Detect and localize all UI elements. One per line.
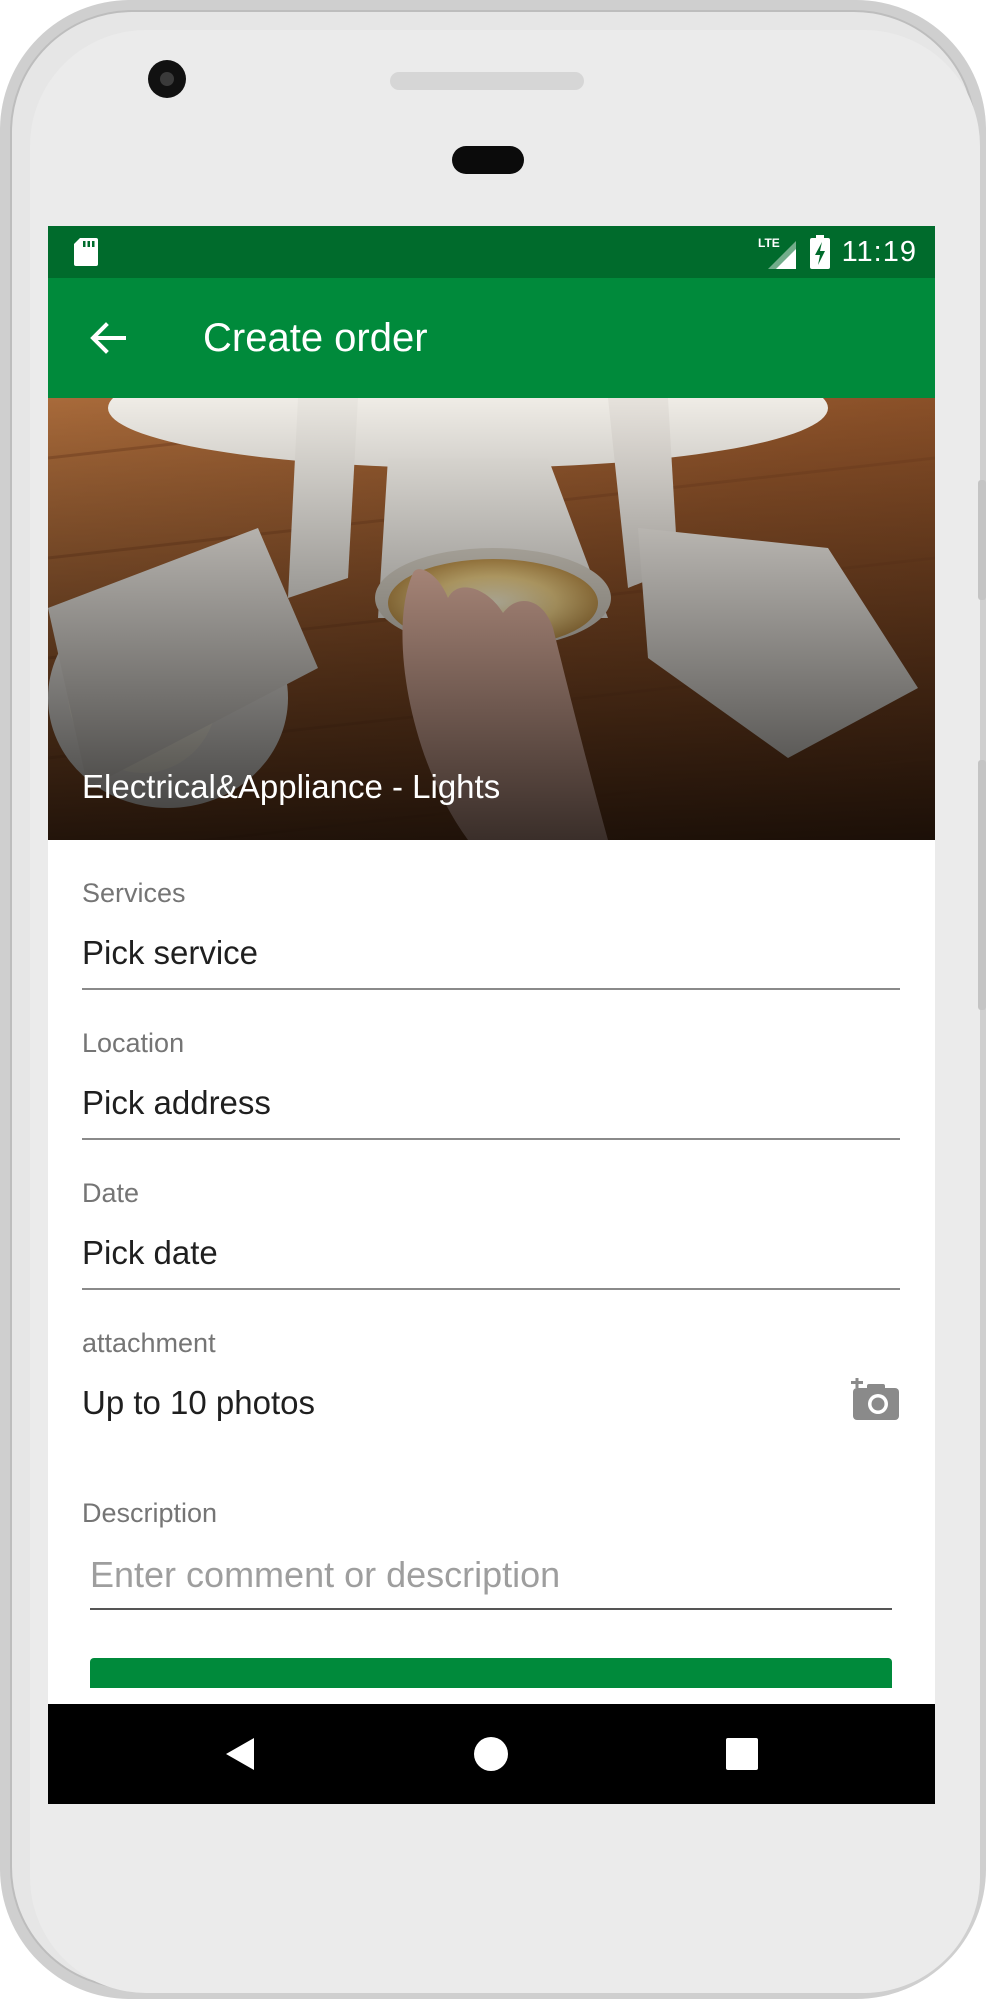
location-underline	[82, 1138, 900, 1140]
battery-charging-icon	[809, 235, 830, 269]
description-input[interactable]	[90, 1550, 892, 1600]
submit-order-button[interactable]	[90, 1658, 892, 1688]
date-label: Date	[82, 1178, 140, 1208]
description-underline	[90, 1608, 892, 1610]
svg-text:LTE: LTE	[758, 236, 780, 250]
services-underline	[82, 988, 900, 990]
proximity-sensor	[452, 146, 524, 174]
phone-frame: LTE 11:19 Create order Electrical&Applia…	[0, 0, 986, 1999]
location-label: Location	[82, 1028, 185, 1058]
power-button	[978, 760, 986, 1010]
services-picker[interactable]: Pick service	[82, 934, 258, 972]
location-picker[interactable]: Pick address	[82, 1084, 271, 1122]
arrow-back-icon[interactable]	[86, 316, 130, 360]
volume-button	[978, 480, 986, 600]
attachment-label: attachment	[82, 1328, 216, 1358]
front-camera	[148, 60, 186, 98]
page-title: Create order	[203, 316, 428, 360]
sd-card-icon	[74, 238, 98, 266]
description-label: Description	[82, 1498, 218, 1528]
signal-lte-icon: LTE	[758, 236, 796, 269]
circle-home-icon[interactable]	[471, 1734, 511, 1774]
attachment-hint[interactable]: Up to 10 photos	[82, 1384, 315, 1422]
app-bar: Create order	[48, 278, 935, 398]
app-screen: LTE 11:19 Create order Electrical&Applia…	[48, 226, 935, 1804]
add-a-photo-icon[interactable]	[851, 1378, 901, 1422]
status-icons: LTE 11:19	[758, 226, 917, 278]
triangle-back-icon[interactable]	[220, 1734, 260, 1774]
category-hero-image: Electrical&Appliance - Lights	[48, 398, 935, 840]
square-recents-icon[interactable]	[722, 1734, 762, 1774]
services-label: Services	[82, 878, 186, 908]
system-nav-bar	[48, 1704, 935, 1804]
status-bar: LTE 11:19	[48, 226, 935, 278]
category-caption: Electrical&Appliance - Lights	[82, 768, 501, 805]
date-picker[interactable]: Pick date	[82, 1234, 218, 1272]
order-form: Services Pick service Location Pick addr…	[48, 840, 935, 1804]
earpiece-speaker	[390, 72, 584, 90]
date-underline	[82, 1288, 900, 1290]
status-time: 11:19	[841, 235, 917, 268]
